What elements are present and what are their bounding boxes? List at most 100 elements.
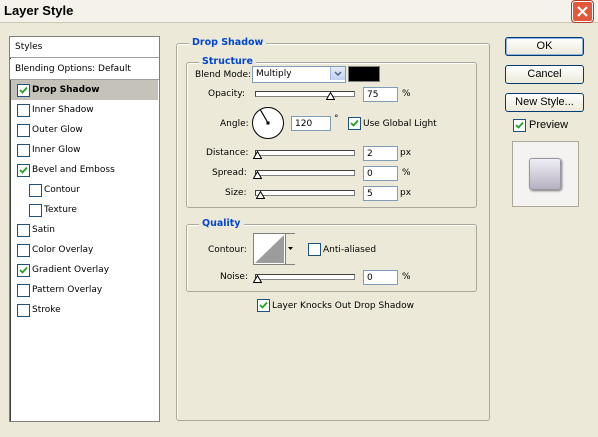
checkmark-icon	[259, 301, 268, 309]
structure-title: Structure	[199, 56, 256, 67]
style-item-label: Satin	[32, 225, 55, 235]
drop-shadow-title: Drop Shadow	[189, 37, 267, 48]
triangle-down-icon	[288, 247, 293, 250]
style-item-label: Outer Glow	[32, 125, 83, 135]
style-checkbox[interactable]	[17, 144, 30, 157]
size-label: Size:	[225, 188, 247, 198]
chevron-down-icon[interactable]	[330, 67, 345, 80]
style-checkbox[interactable]	[29, 204, 42, 217]
contour-picker[interactable]	[253, 233, 295, 265]
slider-thumb-icon[interactable]	[256, 191, 265, 199]
size-slider[interactable]	[255, 187, 355, 199]
ok-button[interactable]: OK	[505, 37, 584, 56]
style-item-pattern-overlay[interactable]: Pattern Overlay	[11, 280, 158, 300]
style-item-color-overlay[interactable]: Color Overlay	[11, 240, 158, 260]
style-item-inner-shadow[interactable]: Inner Shadow	[11, 100, 158, 120]
angle-dial-icon	[252, 107, 284, 139]
styles-list: Styles Blending Options: Default Drop Sh…	[9, 36, 160, 422]
angle-label: Angle:	[220, 119, 249, 129]
spread-unit: %	[402, 168, 411, 178]
style-checkbox[interactable]	[17, 224, 30, 237]
distance-slider[interactable]	[253, 147, 355, 159]
close-button[interactable]	[572, 1, 593, 22]
slider-thumb-icon[interactable]	[253, 171, 262, 179]
style-item-label: Drop Shadow	[32, 85, 100, 95]
checkmark-icon	[350, 119, 359, 127]
new-style-button[interactable]: New Style...	[505, 93, 584, 112]
angle-input[interactable]: 120	[291, 116, 331, 131]
spread-label: Spread:	[212, 168, 247, 178]
style-item-bevel-and-emboss[interactable]: Bevel and Emboss	[11, 160, 158, 180]
checkmark-icon	[515, 121, 524, 129]
opacity-label: Opacity:	[208, 89, 245, 99]
shadow-color-swatch[interactable]	[348, 66, 380, 82]
slider-thumb-icon[interactable]	[253, 151, 262, 159]
angle-unit: °	[334, 114, 339, 124]
style-item-label: Inner Shadow	[32, 105, 94, 115]
noise-label: Noise:	[220, 272, 248, 282]
blending-options-label: Blending Options: Default	[15, 64, 131, 74]
noise-input[interactable]: 0	[363, 270, 398, 285]
blend-mode-select[interactable]: Multiply	[252, 66, 346, 83]
style-checkbox[interactable]	[17, 124, 30, 137]
distance-label: Distance:	[206, 148, 249, 158]
anti-aliased-checkbox[interactable]	[308, 243, 321, 256]
quality-title: Quality	[199, 218, 244, 229]
style-item-inner-glow[interactable]: Inner Glow	[11, 140, 158, 160]
style-item-drop-shadow[interactable]: Drop Shadow	[11, 80, 158, 100]
style-item-outer-glow[interactable]: Outer Glow	[11, 120, 158, 140]
preview-swatch	[529, 158, 561, 190]
opacity-unit: %	[402, 89, 411, 99]
contour-dropdown[interactable]	[285, 234, 295, 264]
styles-header[interactable]: Styles	[10, 37, 159, 58]
cancel-button[interactable]: Cancel	[505, 65, 584, 84]
slider-thumb-icon[interactable]	[326, 92, 335, 100]
spread-input[interactable]: 0	[363, 166, 398, 181]
style-item-label: Inner Glow	[32, 145, 81, 155]
slider-thumb-icon[interactable]	[253, 275, 262, 283]
style-checkbox[interactable]	[17, 84, 30, 97]
anti-aliased-label: Anti-aliased	[323, 245, 377, 255]
preview-thumbnail	[512, 141, 579, 207]
contour-label: Contour:	[208, 245, 247, 255]
blending-options-item[interactable]: Blending Options: Default	[10, 59, 159, 80]
blend-mode-label: Blend Mode:	[195, 70, 252, 80]
size-input[interactable]: 5	[363, 186, 398, 201]
style-item-label: Texture	[44, 205, 77, 215]
style-item-label: Stroke	[32, 305, 61, 315]
style-item-label: Gradient Overlay	[32, 265, 110, 275]
checkmark-icon	[19, 166, 28, 174]
use-global-light-checkbox[interactable]	[348, 117, 361, 130]
noise-slider[interactable]	[253, 271, 355, 283]
size-unit: px	[400, 188, 412, 198]
style-checkbox[interactable]	[17, 264, 30, 277]
noise-unit: %	[402, 272, 411, 282]
knocks-out-label: Layer Knocks Out Drop Shadow	[272, 301, 414, 311]
close-icon	[577, 6, 588, 17]
style-item-texture[interactable]: Texture	[11, 200, 158, 220]
style-item-gradient-overlay[interactable]: Gradient Overlay	[11, 260, 158, 280]
blend-mode-value: Multiply	[256, 69, 292, 79]
style-checkbox[interactable]	[17, 164, 30, 177]
style-item-contour[interactable]: Contour	[11, 180, 158, 200]
style-checkbox[interactable]	[29, 184, 42, 197]
distance-unit: px	[400, 148, 412, 158]
style-checkbox[interactable]	[17, 104, 30, 117]
spread-slider[interactable]	[253, 167, 355, 179]
checkmark-icon	[19, 266, 28, 274]
window-title: Layer Style	[4, 3, 74, 18]
style-checkbox[interactable]	[17, 304, 30, 317]
style-checkbox[interactable]	[17, 284, 30, 297]
checkmark-icon	[19, 86, 28, 94]
style-item-label: Contour	[44, 185, 80, 195]
preview-checkbox[interactable]	[513, 119, 526, 132]
opacity-input[interactable]: 75	[363, 87, 398, 102]
style-item-satin[interactable]: Satin	[11, 220, 158, 240]
knocks-out-checkbox[interactable]	[257, 299, 270, 312]
angle-dial[interactable]	[251, 106, 285, 140]
opacity-slider[interactable]	[255, 88, 355, 100]
style-item-stroke[interactable]: Stroke	[11, 300, 158, 320]
style-checkbox[interactable]	[17, 244, 30, 257]
contour-curve-icon	[255, 235, 284, 263]
distance-input[interactable]: 2	[363, 146, 398, 161]
